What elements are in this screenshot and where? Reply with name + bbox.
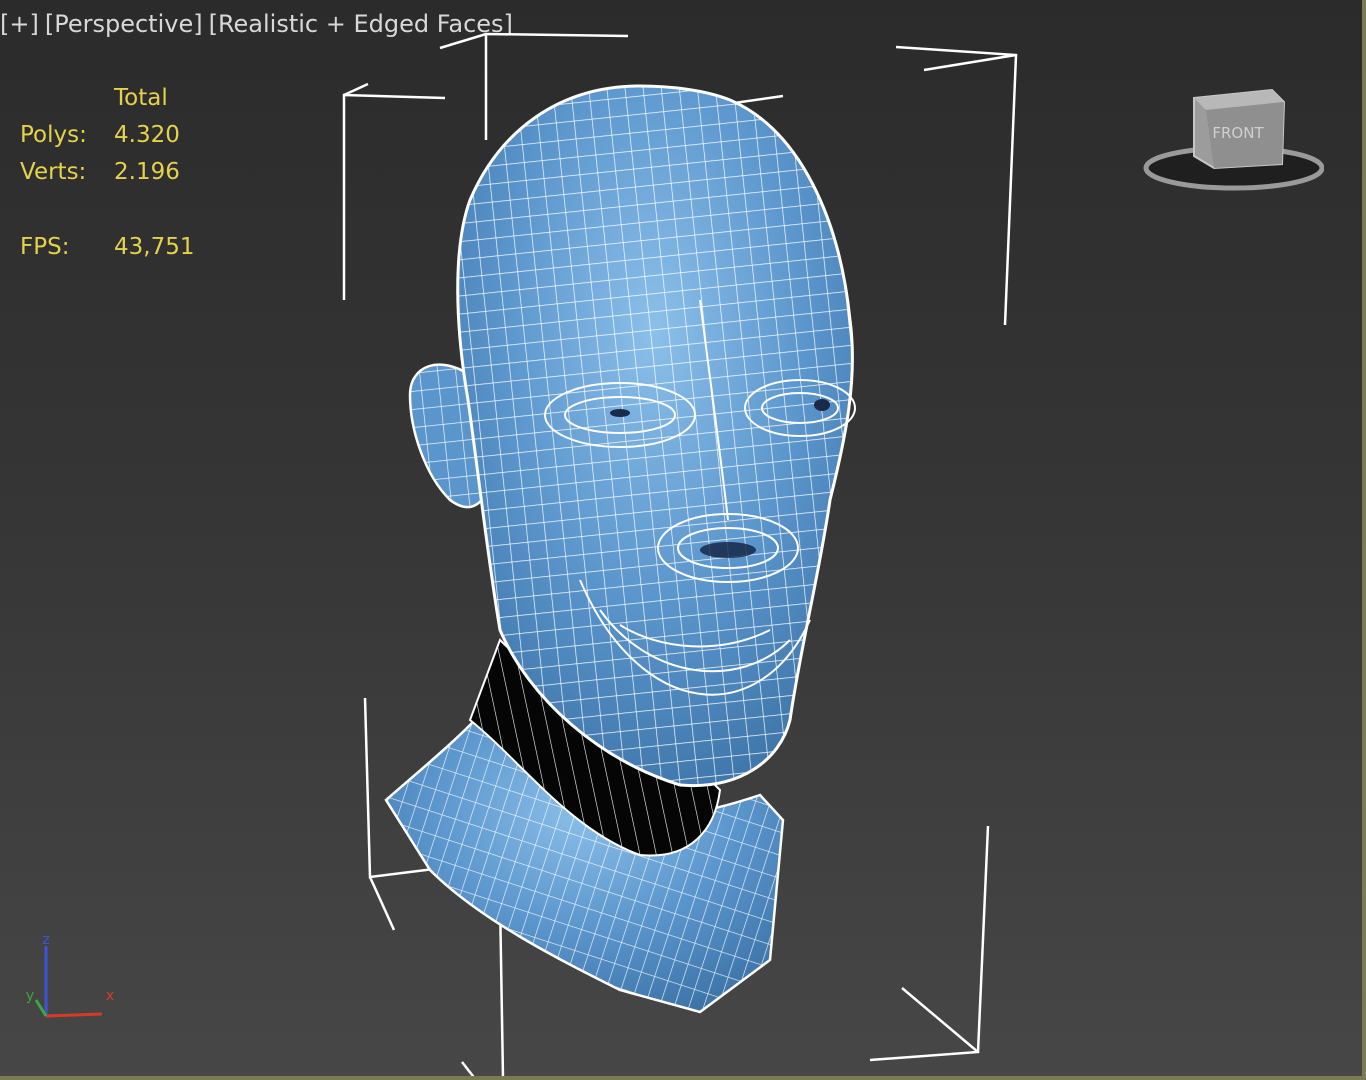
axis-tripod-widget: z x y	[26, 932, 114, 1018]
axis-x-line	[45, 1012, 103, 1018]
perspective-viewport[interactable]: [+] [Perspective] [Realistic + Edged Fac…	[0, 0, 1366, 1080]
axis-y-label: y	[26, 988, 34, 1004]
head-mesh[interactable]	[408, 84, 856, 788]
axis-z-label: z	[42, 932, 49, 948]
viewcube-face-label: FRONT	[1212, 124, 1264, 142]
viewcube-widget[interactable]: FRONT	[1134, 84, 1324, 194]
axis-x-label: x	[106, 988, 114, 1004]
